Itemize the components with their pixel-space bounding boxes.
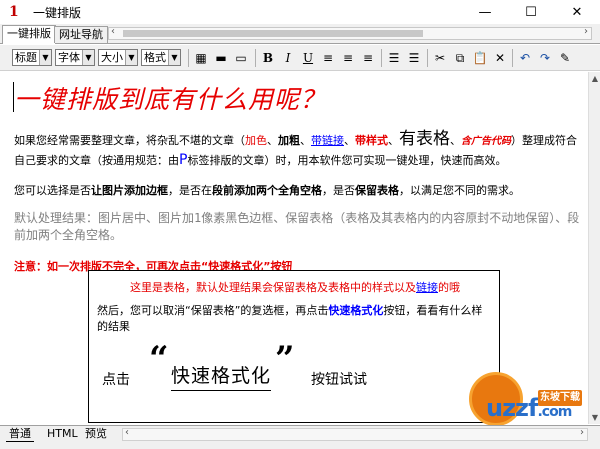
tab-scrollbar[interactable]: ‹ ›	[108, 26, 592, 40]
maximize-button[interactable]: ☐	[508, 0, 554, 24]
table-body-text: 然后，您可以取消“保留表格”的复选框，再点击快速格式化按钮，看看有什么样的结果	[97, 304, 483, 333]
toolbar-divider	[188, 49, 189, 67]
default-result-paragraph: 默认处理结果：图片居中、图片加1像素黑色边框、保留表格（表格及其表格内的内容原封…	[14, 211, 580, 242]
format-toolbar: 标题 ▼ 字体 ▼ 大小 ▼ 格式 ▼ ▦ ▬ ▭ B I U ≡ ≡ ≡ ☰ ☰ ✂ …	[0, 45, 600, 71]
toolbar-divider	[381, 49, 382, 67]
align-center-icon[interactable]: ≡	[339, 49, 357, 67]
chevron-down-icon: ▼	[39, 50, 51, 65]
copy-icon[interactable]: ⧉	[451, 49, 469, 67]
delete-icon[interactable]: ✕	[491, 49, 509, 67]
demo-table: 这里是表格，默认处理结果会保留表格及表格中的样式以及链接的哦 然后，您可以取消“…	[88, 270, 500, 423]
tab-html-view[interactable]: HTML	[44, 427, 81, 442]
size-select[interactable]: 大小 ▼	[98, 49, 138, 66]
scroll-down-icon[interactable]: ▼	[589, 413, 600, 422]
open-quote: “	[149, 339, 169, 379]
tab-preview-view[interactable]: 预览	[82, 427, 110, 442]
chevron-down-icon: ▼	[125, 50, 137, 65]
chevron-down-icon: ▼	[168, 50, 180, 65]
click-label: 点击	[102, 372, 130, 388]
format-select[interactable]: 格式 ▼	[141, 49, 181, 66]
page-headline: 一键排版到底有什么用呢？	[14, 85, 327, 114]
close-button[interactable]: ✕	[554, 0, 600, 24]
tab-url-navigation[interactable]: 网址导航	[54, 26, 108, 43]
web-format-icon[interactable]: ▦	[192, 49, 210, 67]
view-tab-bar: 普通 HTML 预览 ‹ ›	[0, 425, 600, 449]
paste-icon[interactable]: 📋	[471, 49, 489, 67]
edit-note-icon[interactable]: ✎	[556, 49, 574, 67]
align-right-icon[interactable]: ≡	[359, 49, 377, 67]
italic-button[interactable]: I	[279, 49, 297, 67]
redo-icon[interactable]: ↷	[536, 49, 554, 67]
underline-button[interactable]: U	[299, 49, 317, 67]
cut-icon[interactable]: ✂	[431, 49, 449, 67]
sample-link[interactable]: 带链接	[311, 134, 344, 147]
horizontal-rule-icon[interactable]: ▬	[212, 49, 230, 67]
scroll-right-icon[interactable]: ›	[584, 26, 588, 37]
title-bar: 1 一键排版 — ☐ ✕	[0, 0, 600, 24]
bottom-scrollbar[interactable]: ‹ ›	[122, 427, 588, 441]
bold-button[interactable]: B	[259, 49, 277, 67]
watermark-badge: 东坡下载	[538, 390, 582, 406]
window-title: 一键排版	[33, 5, 82, 20]
tab-strip: 一键排版 网址导航 ‹ ›	[0, 24, 600, 44]
scroll-up-icon[interactable]: ▲	[589, 74, 600, 83]
tab-one-key-format[interactable]: 一键排版	[2, 25, 56, 44]
scroll-right-icon[interactable]: ›	[580, 427, 584, 438]
heading-select[interactable]: 标题 ▼	[12, 49, 52, 66]
chevron-down-icon: ▼	[82, 50, 94, 65]
font-select[interactable]: 字体 ▼	[55, 49, 95, 66]
toolbar-divider	[255, 49, 256, 67]
scroll-thumb[interactable]	[123, 30, 423, 37]
app-icon: 1	[9, 4, 19, 20]
toolbar-divider	[427, 49, 428, 67]
try-label: 按钮试试	[311, 372, 367, 388]
table-icon[interactable]: ▭	[232, 49, 250, 67]
quick-format-label: 快速格式化	[171, 361, 272, 391]
align-left-icon[interactable]: ≡	[319, 49, 337, 67]
vertical-scrollbar[interactable]: ▲ ▼	[588, 72, 600, 424]
minimize-button[interactable]: —	[462, 0, 508, 24]
options-paragraph: 您可以选择是否让图片添加边框，是否在段前添加两个全角空格，是否保留表格，以满足您…	[14, 184, 520, 197]
window-controls: — ☐ ✕	[462, 0, 600, 24]
scroll-left-icon[interactable]: ‹	[125, 427, 129, 438]
toolbar-divider	[512, 49, 513, 67]
undo-icon[interactable]: ↶	[516, 49, 534, 67]
table-note: 这里是表格，默认处理结果会保留表格及表格中的样式以及链接的哦	[130, 281, 460, 294]
table-link[interactable]: 链接	[416, 281, 438, 294]
close-quote: ”	[275, 339, 295, 379]
scroll-left-icon[interactable]: ‹	[111, 26, 115, 37]
intro-paragraph: 如果您经常需要整理文章，将杂乱不堪的文章（加色、加粗、带链接、带样式、有表格、含…	[14, 129, 577, 168]
tab-normal-view[interactable]: 普通	[6, 427, 34, 442]
unordered-list-icon[interactable]: ☰	[405, 49, 423, 67]
editor-area[interactable]: 一键排版到底有什么用呢？ 如果您经常需要整理文章，将杂乱不堪的文章（加色、加粗、…	[0, 72, 588, 424]
ordered-list-icon[interactable]: ☰	[385, 49, 403, 67]
